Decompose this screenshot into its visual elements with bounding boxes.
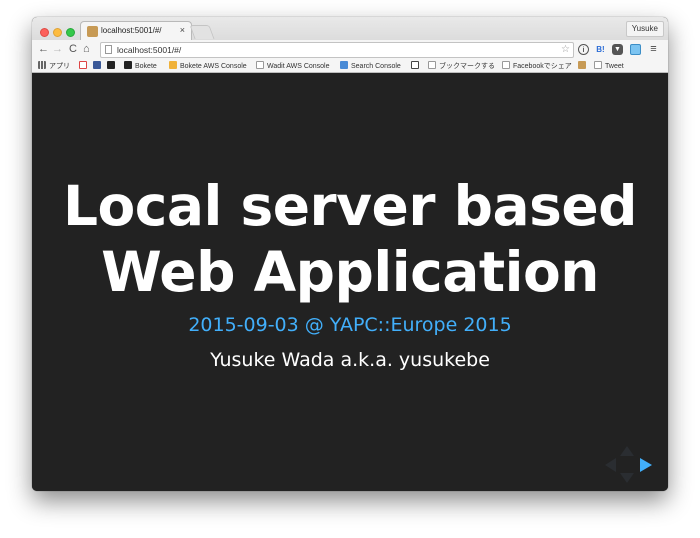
bear-icon xyxy=(578,61,586,69)
slide-viewport: Local server based Web Application 2015-… xyxy=(32,73,668,491)
forward-arrow-icon[interactable]: → xyxy=(52,43,63,56)
bookmark-facebook-share[interactable]: Facebookでシェア xyxy=(502,61,572,71)
bokete-icon xyxy=(169,61,177,69)
page-icon xyxy=(594,61,602,69)
screenshot-extension-icon[interactable] xyxy=(630,44,641,55)
gmail-icon xyxy=(79,61,87,69)
info-icon xyxy=(411,61,419,69)
bookmark-facebook[interactable] xyxy=(93,61,104,71)
page-icon xyxy=(105,45,112,54)
extension-info-icon[interactable]: i xyxy=(578,44,589,55)
menu-icon[interactable]: ≡ xyxy=(648,44,659,55)
bookmark-gmail[interactable] xyxy=(79,61,90,71)
slide-title-line-1: Local server based xyxy=(62,174,638,238)
slide-title: Local server based Web Application xyxy=(32,173,668,305)
bookmark-tweet[interactable]: Tweet xyxy=(594,61,624,71)
bookmark-search-console[interactable]: Search Console xyxy=(340,61,401,71)
home-icon[interactable]: ⌂ xyxy=(83,43,90,56)
tab-title: localhost:5001/#/ xyxy=(101,26,162,35)
github-icon xyxy=(107,61,115,69)
profile-button[interactable]: Yusuke xyxy=(625,21,664,37)
title-bar: localhost:5001/#/ × Yusuke xyxy=(32,17,668,41)
nav-right-arrow-icon[interactable] xyxy=(640,458,652,472)
address-bar[interactable]: localhost:5001/#/ ☆ xyxy=(100,42,574,58)
bookmark-wadit-aws[interactable]: Wadit AWS Console xyxy=(256,61,330,71)
bookmark-bokete[interactable]: Bokete xyxy=(124,61,157,71)
nav-up-arrow-icon[interactable] xyxy=(620,446,634,456)
bookmark-star-icon[interactable]: ☆ xyxy=(561,43,570,56)
bookmark-bear[interactable] xyxy=(578,61,589,71)
nav-down-arrow-icon[interactable] xyxy=(620,473,634,483)
slide-title-line-2: Web Application xyxy=(101,240,599,304)
reload-icon[interactable]: C xyxy=(69,43,77,56)
hatena-bookmark-icon[interactable]: B! xyxy=(595,44,606,55)
new-tab-button[interactable] xyxy=(189,25,215,39)
search-console-icon xyxy=(340,61,348,69)
bookmark-bookmark-this[interactable]: ブックマークする xyxy=(428,61,495,71)
slide-navigation-controls xyxy=(600,445,652,485)
facebook-icon xyxy=(93,61,101,69)
navigation-toolbar: ← → C ⌂ localhost:5001/#/ ☆ i B! ▼ ≡ xyxy=(32,40,668,59)
nav-left-arrow-icon[interactable] xyxy=(605,458,616,472)
minimize-window-button[interactable] xyxy=(53,28,62,37)
github-icon xyxy=(124,61,132,69)
slide-author: Yusuke Wada a.k.a. yusukebe xyxy=(210,349,490,371)
close-window-button[interactable] xyxy=(40,28,49,37)
bookmarks-bar: アプリ Bokete Bokete AWS Console Wadit AWS … xyxy=(32,59,668,73)
page-icon xyxy=(256,61,264,69)
browser-tab[interactable]: localhost:5001/#/ × xyxy=(80,21,192,41)
browser-window: localhost:5001/#/ × Yusuke ← → C ⌂ local… xyxy=(32,17,668,491)
bookmark-apps[interactable]: アプリ xyxy=(38,61,70,71)
slide-date-event: 2015-09-03 @ YAPC::Europe 2015 xyxy=(188,314,512,336)
maximize-window-button[interactable] xyxy=(66,28,75,37)
window-controls xyxy=(40,24,79,37)
tab-close-icon[interactable]: × xyxy=(180,25,185,35)
bookmark-github[interactable] xyxy=(107,61,118,71)
pocket-icon[interactable]: ▼ xyxy=(612,44,623,55)
bookmark-bokete-aws[interactable]: Bokete AWS Console xyxy=(169,61,247,71)
back-arrow-icon[interactable]: ← xyxy=(38,43,49,56)
page-icon xyxy=(502,61,510,69)
page-icon xyxy=(428,61,436,69)
apps-icon xyxy=(38,61,46,69)
url-text[interactable]: localhost:5001/#/ xyxy=(117,44,181,56)
favicon-icon xyxy=(87,26,98,37)
bookmark-info[interactable] xyxy=(411,61,422,71)
